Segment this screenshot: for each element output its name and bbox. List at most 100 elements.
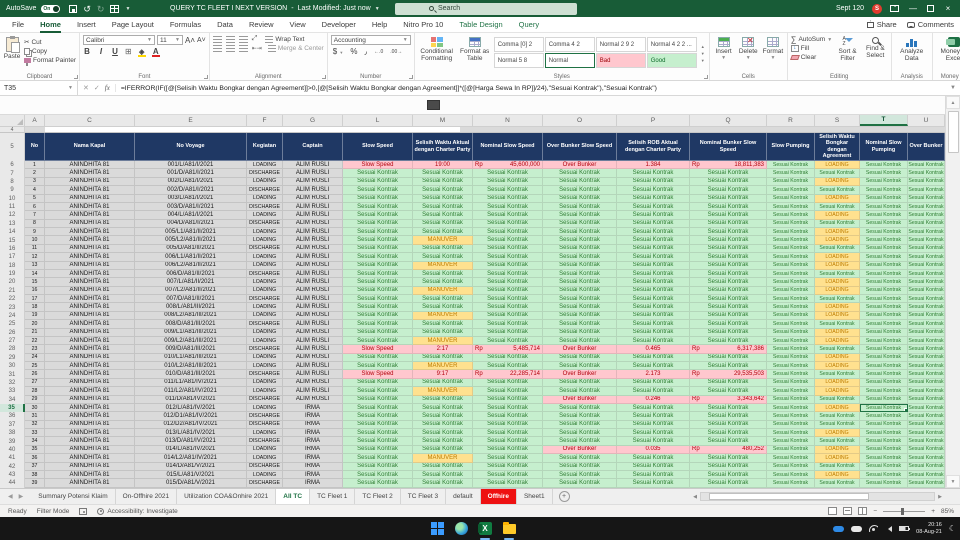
cell[interactable]: Sesuai Kontrak	[860, 470, 908, 480]
cell[interactable]: Sesuai Kontrak	[767, 169, 815, 178]
cell[interactable]: Sesuai Kontrak	[413, 219, 473, 228]
cell[interactable]: Sesuai Kontrak	[617, 303, 690, 312]
cell[interactable]: 008/L/A81/III/2021	[135, 303, 247, 312]
new-sheet-button[interactable]: +	[558, 491, 570, 502]
cell[interactable]: Sesuai Kontrak	[543, 295, 617, 304]
cell[interactable]: Sesuai Kontrak	[767, 462, 815, 471]
cell[interactable]: Sesuai Kontrak	[543, 177, 617, 187]
cell[interactable]: ALIM RUSLI	[283, 370, 343, 379]
horizontal-scrollbar[interactable]: ◀ ▶	[690, 491, 945, 502]
cell[interactable]: Sesuai Kontrak	[860, 420, 908, 429]
cell[interactable]: Sesuai Kontrak	[617, 261, 690, 270]
cell[interactable]: Sesuai Kontrak	[690, 236, 767, 245]
cell[interactable]: Sesuai Kontrak	[343, 328, 413, 337]
cell[interactable]: Sesuai Kontrak	[860, 269, 908, 279]
zoom-level[interactable]: 85%	[941, 508, 954, 515]
align-middle-icon[interactable]	[225, 35, 235, 43]
cell[interactable]: Sesuai Kontrak	[343, 261, 413, 270]
cell[interactable]: LOADING	[247, 278, 283, 287]
cell[interactable]: Sesuai Kontrak	[815, 244, 860, 254]
wifi-icon[interactable]	[869, 525, 879, 532]
cell[interactable]: Sesuai Kontrak	[690, 177, 767, 187]
cell[interactable]: IRMA	[283, 412, 343, 421]
cell[interactable]: IRMA	[283, 470, 343, 480]
cell[interactable]: Sesuai Kontrak	[767, 353, 815, 362]
cell[interactable]: Sesuai Kontrak	[860, 194, 908, 203]
cell[interactable]: Sesuai Kontrak	[343, 311, 413, 321]
cell[interactable]: Sesuai Kontrak	[617, 362, 690, 371]
cell[interactable]: Sesuai Kontrak	[343, 303, 413, 312]
table-header-A[interactable]: No	[25, 133, 45, 161]
table-header-O[interactable]: Over Bunker Slow Speed	[543, 133, 617, 161]
cell[interactable]: Sesuai Kontrak	[767, 470, 815, 480]
cell[interactable]: Sesuai Kontrak	[767, 336, 815, 346]
cell[interactable]: 35	[25, 445, 45, 455]
cell[interactable]: Sesuai Kontrak	[543, 462, 617, 471]
cell[interactable]: ANINDHITA 81	[45, 336, 135, 346]
sheet-tab-default[interactable]: default	[446, 489, 481, 504]
sheet-nav-left-icon[interactable]: ◀	[8, 493, 13, 500]
cell[interactable]: ALIM RUSLI	[283, 378, 343, 388]
cell[interactable]: Sesuai Kontrak	[690, 412, 767, 421]
row-number-24[interactable]: 24	[0, 311, 25, 321]
cell[interactable]: Sesuai Kontrak	[860, 295, 908, 304]
cell[interactable]: Sesuai Kontrak	[343, 295, 413, 304]
row-number-6[interactable]: 6	[0, 161, 25, 170]
cell[interactable]: LOADING	[815, 429, 860, 438]
cell[interactable]: Sesuai Kontrak	[767, 295, 815, 304]
cell[interactable]: Over Bunker	[543, 445, 617, 455]
cell[interactable]: Sesuai Kontrak	[860, 261, 908, 270]
cell[interactable]: Sesuai Kontrak	[767, 244, 815, 254]
cell[interactable]: 015/L/A81/V/2021	[135, 470, 247, 480]
cell[interactable]: 3	[25, 177, 45, 187]
row-number-27[interactable]: 27	[0, 336, 25, 346]
table-header-E[interactable]: No Voyage	[135, 133, 247, 161]
cell[interactable]: 002/L/A81/I/2021	[135, 177, 247, 187]
cell[interactable]: 37	[25, 462, 45, 471]
cell[interactable]: Sesuai Kontrak	[543, 328, 617, 337]
cell[interactable]: Sesuai Kontrak	[767, 253, 815, 262]
cell[interactable]: Sesuai Kontrak	[860, 412, 908, 421]
cell[interactable]: Sesuai Kontrak	[413, 177, 473, 187]
row-number-36[interactable]: 36	[0, 412, 25, 421]
cell[interactable]: Sesuai Kontrak	[690, 244, 767, 254]
cell[interactable]: ANINDHITA 81	[45, 211, 135, 220]
cell[interactable]: Sesuai Kontrak	[543, 378, 617, 388]
borders-icon[interactable]: ⊞	[125, 47, 132, 56]
cell[interactable]: 0.465	[617, 345, 690, 354]
cell[interactable]: Sesuai Kontrak	[908, 261, 945, 270]
ribbon-tab-review[interactable]: Review	[241, 17, 282, 33]
row-number-13[interactable]: 13	[0, 219, 25, 228]
cell[interactable]: Sesuai Kontrak	[617, 336, 690, 346]
excel-taskbar-icon[interactable]: X	[478, 522, 492, 540]
column-header-A[interactable]: A	[25, 115, 45, 126]
cell[interactable]: ALIM RUSLI	[283, 286, 343, 295]
cell[interactable]: Sesuai Kontrak	[860, 278, 908, 287]
cell[interactable]: LOADING	[247, 336, 283, 346]
cell[interactable]: LOADING	[247, 253, 283, 262]
undo-icon[interactable]: ↺	[83, 4, 91, 13]
cell[interactable]: 21	[25, 328, 45, 337]
cell[interactable]: 010/L2/A81/III/2021	[135, 362, 247, 371]
cell[interactable]: ANINDHITA 81	[45, 269, 135, 279]
cell[interactable]: Sesuai Kontrak	[860, 236, 908, 245]
cell[interactable]: ALIM RUSLI	[283, 387, 343, 396]
sheet-nav-right-icon[interactable]: ▶	[19, 493, 24, 500]
night-light-icon[interactable]: ☾	[949, 524, 956, 533]
column-header-P[interactable]: P	[617, 115, 690, 126]
cell[interactable]: Sesuai Kontrak	[815, 412, 860, 421]
cell[interactable]: Sesuai Kontrak	[860, 345, 908, 354]
cell[interactable]: Over Bunker	[543, 345, 617, 354]
cell[interactable]: Sesuai Kontrak	[617, 328, 690, 337]
cell[interactable]: 008/L2/A81/III/2021	[135, 311, 247, 321]
insert-cells-button[interactable]: Insert ▼	[713, 35, 735, 71]
cell[interactable]: Sesuai Kontrak	[473, 177, 543, 187]
merge-center-button[interactable]: Merge & Center	[267, 45, 324, 52]
ribbon-tab-help[interactable]: Help	[364, 17, 395, 33]
cell[interactable]: 18	[25, 303, 45, 312]
cell[interactable]: Sesuai Kontrak	[617, 177, 690, 187]
cell[interactable]: Sesuai Kontrak	[767, 328, 815, 337]
cell[interactable]: Sesuai Kontrak	[815, 370, 860, 379]
cell[interactable]: Sesuai Kontrak	[473, 429, 543, 438]
cell[interactable]: Sesuai Kontrak	[543, 470, 617, 480]
